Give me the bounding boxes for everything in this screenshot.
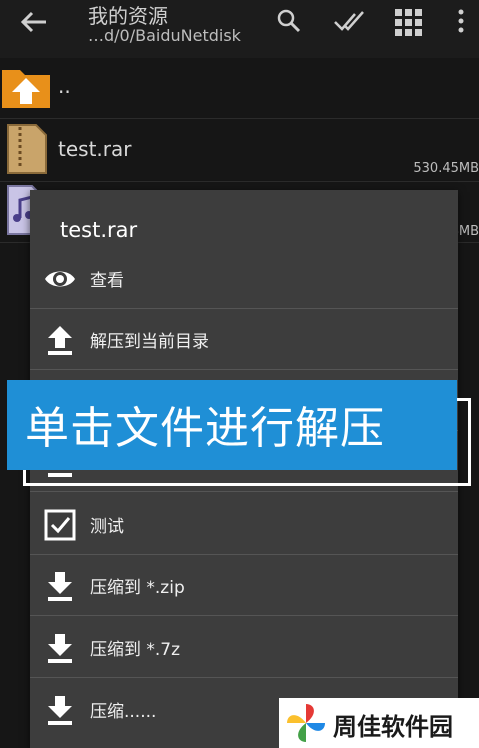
watermark: 周佳软件园 (279, 698, 479, 748)
download-arrow-icon (48, 696, 72, 725)
menu-item-extract-here[interactable]: 解压到当前目录 (30, 308, 458, 370)
check-all-icon[interactable] (333, 8, 367, 34)
menu-item-label: 压缩...... (90, 702, 157, 722)
list-item-parent-folder[interactable]: .. (0, 58, 479, 119)
more-vert-icon[interactable] (455, 8, 467, 34)
grid-icon[interactable] (394, 8, 424, 38)
dialog-title: test.rar (60, 218, 138, 242)
menu-item-label: 压缩到 *.7z (90, 640, 181, 660)
download-arrow-icon (48, 572, 72, 601)
checkbox-icon (44, 509, 76, 541)
menu-item-compress-zip[interactable]: 压缩到 *.zip (30, 554, 458, 616)
back-arrow-icon[interactable] (18, 8, 50, 36)
upload-arrow-icon (48, 326, 72, 355)
menu-item-label: 解压到当前目录 (90, 332, 209, 352)
menu-item-compress-7z[interactable]: 压缩到 *.7z (30, 616, 458, 678)
menu-item-label: 测试 (90, 517, 124, 537)
eye-icon (45, 271, 75, 287)
file-name: .. (58, 74, 71, 98)
archive-icon (7, 124, 47, 174)
current-path: …d/0/BaiduNetdisk (88, 26, 241, 45)
search-icon[interactable] (276, 8, 302, 34)
banner-text: 单击文件进行解压 (25, 403, 385, 454)
menu-item-view[interactable]: 查看 (30, 247, 458, 309)
menu-item-label: 压缩到 *.zip (90, 578, 185, 598)
instruction-banner: 单击文件进行解压 (7, 380, 457, 470)
file-name: test.rar (58, 137, 132, 161)
download-arrow-icon (48, 634, 72, 663)
app-bar: 我的资源 …d/0/BaiduNetdisk (0, 0, 479, 58)
list-item-test-rar[interactable]: test.rar 530.45MB (0, 119, 479, 182)
watermark-text: 周佳软件园 (333, 713, 453, 741)
file-size: 530.45MB (413, 161, 479, 176)
pinwheel-logo-icon (287, 704, 325, 742)
page-title: 我的资源 (88, 4, 168, 28)
menu-item-test[interactable]: 测试 (30, 493, 458, 555)
folder-up-icon (2, 70, 50, 108)
menu-item-label: 查看 (90, 271, 124, 291)
